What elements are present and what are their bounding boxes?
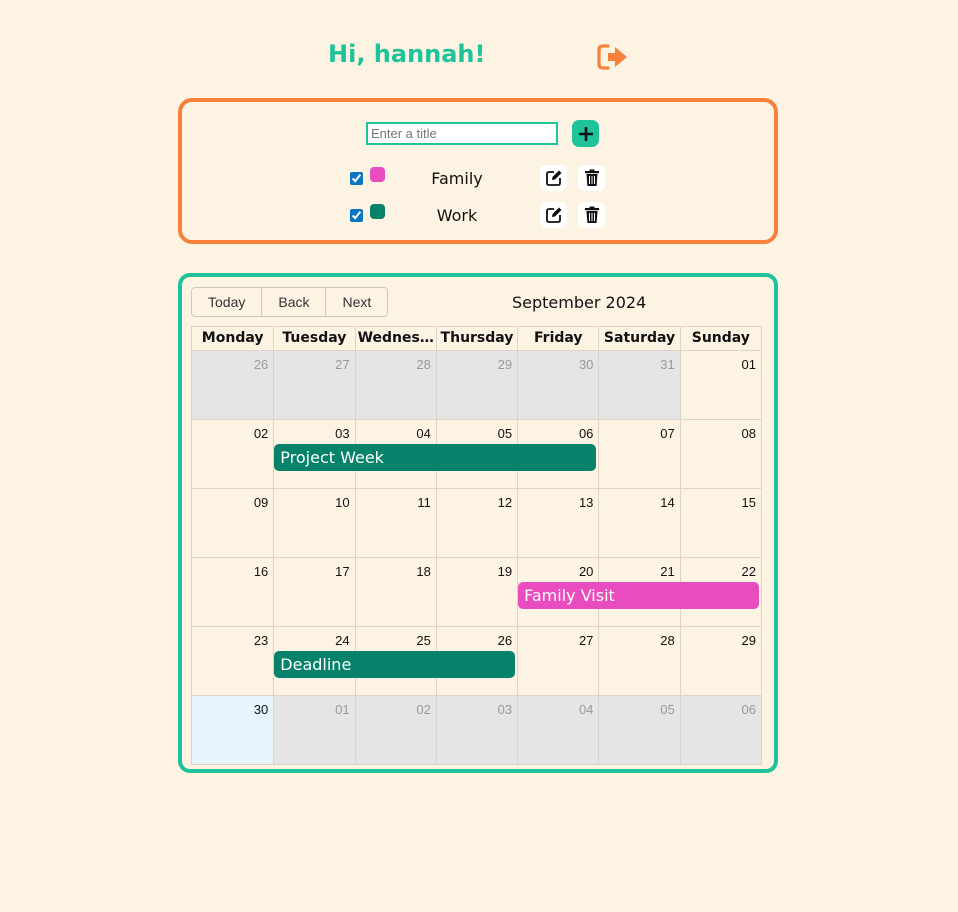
day-cell[interactable]: 30 (517, 351, 599, 419)
greeting: Hi, hannah! (328, 40, 486, 68)
day-cell-today[interactable]: 30 (192, 696, 274, 764)
day-cell[interactable]: 14 (598, 489, 679, 557)
month-label: September 2024 (512, 293, 647, 312)
calendar-name: Family (431, 169, 483, 188)
edit-icon (545, 170, 561, 186)
day-cell[interactable]: 05 (598, 696, 680, 764)
week-row: 30 01 02 03 04 05 06 (192, 695, 761, 764)
week-row: 16 17 18 19 20 21 22 Family Visit (192, 557, 761, 626)
day-cell[interactable]: 02 (192, 420, 273, 488)
day-cell[interactable]: 28 (354, 351, 436, 419)
month-calendar: Today Back Next September 2024 Monday Tu… (178, 273, 778, 773)
calendar-item: Work (182, 202, 774, 230)
edit-calendar-button[interactable] (540, 165, 567, 191)
day-cell[interactable]: 31 (598, 351, 680, 419)
weekday-header: Monday Tuesday Wednes... Thursday Friday… (192, 327, 761, 350)
day-cell[interactable]: 19 (435, 558, 517, 626)
logout-button[interactable] (596, 42, 630, 72)
day-cell[interactable]: 16 (192, 558, 273, 626)
day-cell[interactable]: 28 (598, 627, 679, 695)
add-calendar-button[interactable] (572, 120, 599, 147)
next-button[interactable]: Next (325, 287, 389, 317)
day-cell[interactable]: 01 (273, 696, 355, 764)
weekday-label: Tuesday (273, 327, 354, 350)
calendar-color-swatch (370, 167, 385, 182)
title-input[interactable] (366, 122, 558, 145)
day-cell[interactable]: 27 (517, 627, 598, 695)
day-cell[interactable]: 15 (679, 489, 761, 557)
day-cell[interactable]: 29 (435, 351, 518, 419)
weekday-label: Friday (517, 327, 598, 350)
week-row: 23 24 25 26 27 28 29 Deadline (192, 626, 761, 695)
delete-calendar-button[interactable] (578, 165, 605, 191)
day-cell[interactable]: 08 (679, 420, 761, 488)
day-cell[interactable]: 13 (517, 489, 598, 557)
day-cell[interactable]: 11 (354, 489, 436, 557)
day-cell[interactable]: 07 (598, 420, 679, 488)
event-project-week[interactable]: Project Week (274, 444, 597, 471)
calendar-visibility-checkbox[interactable] (350, 209, 363, 222)
trash-icon (584, 169, 599, 186)
week-row: 09 10 11 12 13 14 15 (192, 488, 761, 557)
day-cell[interactable]: 26 (192, 351, 274, 419)
day-cell[interactable]: 10 (273, 489, 354, 557)
today-button[interactable]: Today (191, 287, 263, 317)
weekday-label: Wednes... (354, 327, 436, 350)
plus-icon (578, 126, 593, 141)
week-row: 26 27 28 29 30 31 01 (192, 350, 761, 419)
day-cell[interactable]: 06 (679, 696, 761, 764)
day-cell[interactable]: 03 (435, 696, 518, 764)
day-cell[interactable]: 27 (273, 351, 355, 419)
event-family-visit[interactable]: Family Visit (518, 582, 759, 609)
trash-icon (584, 206, 599, 223)
calendar-color-swatch (370, 204, 385, 219)
calendar-visibility-checkbox[interactable] (350, 172, 363, 185)
calendars-panel: Family Work (178, 98, 778, 244)
day-cell[interactable]: 29 (679, 627, 761, 695)
week-row: 02 03 04 05 06 07 08 Project Week (192, 419, 761, 488)
weekday-label: Thursday (435, 327, 517, 350)
day-cell[interactable]: 23 (192, 627, 273, 695)
day-cell[interactable]: 18 (354, 558, 436, 626)
delete-calendar-button[interactable] (578, 202, 605, 228)
day-cell[interactable]: 09 (192, 489, 273, 557)
calendar-item: Family (182, 165, 774, 193)
edit-icon (545, 207, 561, 223)
day-cell[interactable]: 01 (679, 351, 761, 419)
weekday-label: Sunday (679, 327, 761, 350)
edit-calendar-button[interactable] (540, 202, 567, 228)
back-button[interactable]: Back (261, 287, 327, 317)
weekday-label: Monday (201, 330, 264, 346)
calendar-toolbar: Today Back Next (191, 287, 389, 317)
month-grid: Monday Tuesday Wednes... Thursday Friday… (191, 326, 762, 765)
day-cell[interactable]: 12 (435, 489, 517, 557)
day-cell[interactable]: 04 (517, 696, 599, 764)
day-cell[interactable]: 02 (354, 696, 436, 764)
sign-out-icon (597, 44, 627, 70)
event-deadline[interactable]: Deadline (274, 651, 516, 678)
weekday-label: Saturday (598, 327, 679, 350)
day-cell[interactable]: 17 (273, 558, 354, 626)
calendar-name: Work (436, 206, 478, 225)
